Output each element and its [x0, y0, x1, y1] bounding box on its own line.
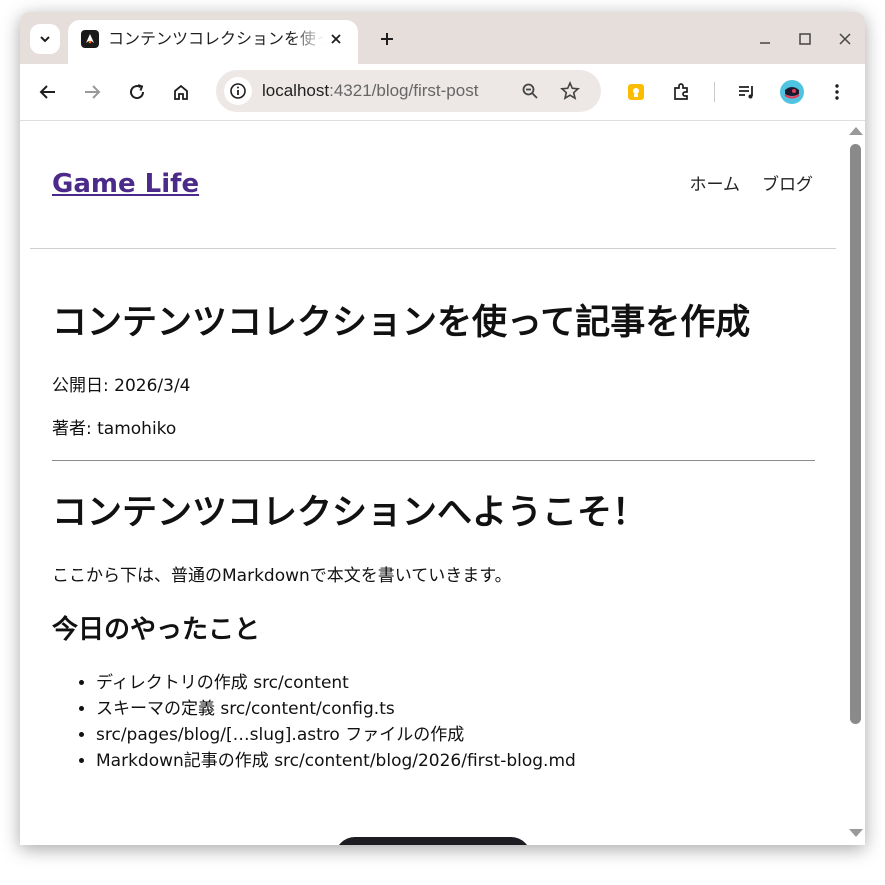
list-item: Markdown記事の作成 src/content/blog/2026/firs…	[96, 748, 576, 774]
extensions-button[interactable]	[665, 76, 697, 108]
more-vertical-icon	[835, 84, 839, 100]
post-author: 著者: tamohiko	[52, 419, 177, 439]
chevron-down-icon	[40, 36, 50, 43]
post-date: 公開日: 2026/3/4	[52, 376, 191, 396]
tab-close-button[interactable]	[326, 29, 346, 49]
address-bar[interactable]: localhost:4321/blog/first-post	[216, 70, 601, 112]
site-info-button[interactable]	[224, 77, 252, 105]
active-tab[interactable]: コンテンツコレクションを使って記事を作成	[68, 20, 358, 64]
header-divider	[30, 248, 836, 249]
star-icon	[560, 81, 580, 100]
site-title-link[interactable]: Game Life	[52, 167, 199, 201]
close-window-button[interactable]	[832, 26, 858, 52]
playlist-icon	[739, 86, 753, 99]
home-button[interactable]	[165, 76, 197, 108]
forward-button[interactable]	[76, 76, 108, 108]
url-path: :4321/blog/first-post	[329, 81, 479, 100]
back-button[interactable]	[32, 76, 64, 108]
nav-blog-link[interactable]: ブログ	[762, 173, 813, 197]
astro-dev-toolbar[interactable]	[335, 837, 531, 845]
site-nav: ホーム ブログ	[690, 173, 814, 197]
page-content: Game Life ホーム ブログ コンテンツコレクションを使って記事を作成 公…	[20, 121, 847, 845]
post-title: コンテンツコレクションを使って記事を作成	[52, 303, 751, 343]
zoom-button[interactable]	[516, 77, 544, 105]
scroll-up-arrow-icon[interactable]	[849, 127, 863, 135]
new-tab-button[interactable]	[372, 24, 402, 54]
toolbar-divider	[714, 82, 715, 102]
content-heading: コンテンツコレクションへようこそ！	[52, 493, 648, 533]
bookmark-button[interactable]	[556, 77, 584, 105]
arrow-left-icon	[39, 85, 55, 99]
keep-notes-icon	[628, 84, 644, 100]
tab-strip: コンテンツコレクションを使って記事を作成	[20, 12, 865, 64]
tab-search-button[interactable]	[30, 24, 60, 54]
content-subheading: 今日のやったこと	[52, 615, 261, 645]
avatar	[780, 80, 804, 104]
menu-button[interactable]	[821, 76, 853, 108]
astro-favicon-icon	[81, 30, 99, 48]
list-item: スキーマの定義 src/content/config.ts	[96, 696, 576, 722]
extension-keep-button[interactable]	[620, 76, 652, 108]
arrow-right-icon	[85, 85, 101, 99]
maximize-button[interactable]	[792, 26, 818, 52]
plus-icon	[381, 33, 393, 45]
nav-home-link[interactable]: ホーム	[690, 173, 741, 197]
media-controls-button[interactable]	[731, 76, 763, 108]
reload-button[interactable]	[121, 76, 153, 108]
content-divider	[52, 460, 815, 461]
info-icon	[230, 83, 246, 99]
reload-icon	[130, 84, 145, 100]
minimize-icon	[760, 42, 770, 44]
browser-toolbar: localhost:4321/blog/first-post	[20, 64, 865, 121]
maximize-icon	[799, 33, 811, 45]
list-item: src/pages/blog/[…slug].astro ファイルの作成	[96, 722, 576, 748]
profile-button[interactable]	[776, 76, 808, 108]
close-icon	[331, 34, 341, 44]
scrollbar-thumb[interactable]	[850, 144, 861, 724]
list-item: ディレクトリの作成 src/content	[96, 670, 576, 696]
zoom-out-icon	[522, 83, 538, 99]
page-viewport: Game Life ホーム ブログ コンテンツコレクションを使って記事を作成 公…	[20, 121, 865, 845]
close-icon	[839, 33, 851, 45]
browser-window: コンテンツコレクションを使って記事を作成	[20, 12, 865, 845]
scroll-down-arrow-icon[interactable]	[849, 829, 863, 837]
puzzle-icon	[674, 83, 688, 100]
tab-title: コンテンツコレクションを使って記事を作成	[108, 29, 324, 48]
minimize-button[interactable]	[752, 26, 778, 52]
content-paragraph: ここから下は、普通のMarkdownで本文を書いていきます。	[52, 566, 512, 586]
todo-list: ディレクトリの作成 src/content スキーマの定義 src/conten…	[52, 670, 576, 774]
url-text[interactable]: localhost:4321/blog/first-post	[262, 80, 478, 102]
home-icon	[174, 84, 188, 100]
url-host: localhost	[262, 81, 330, 100]
